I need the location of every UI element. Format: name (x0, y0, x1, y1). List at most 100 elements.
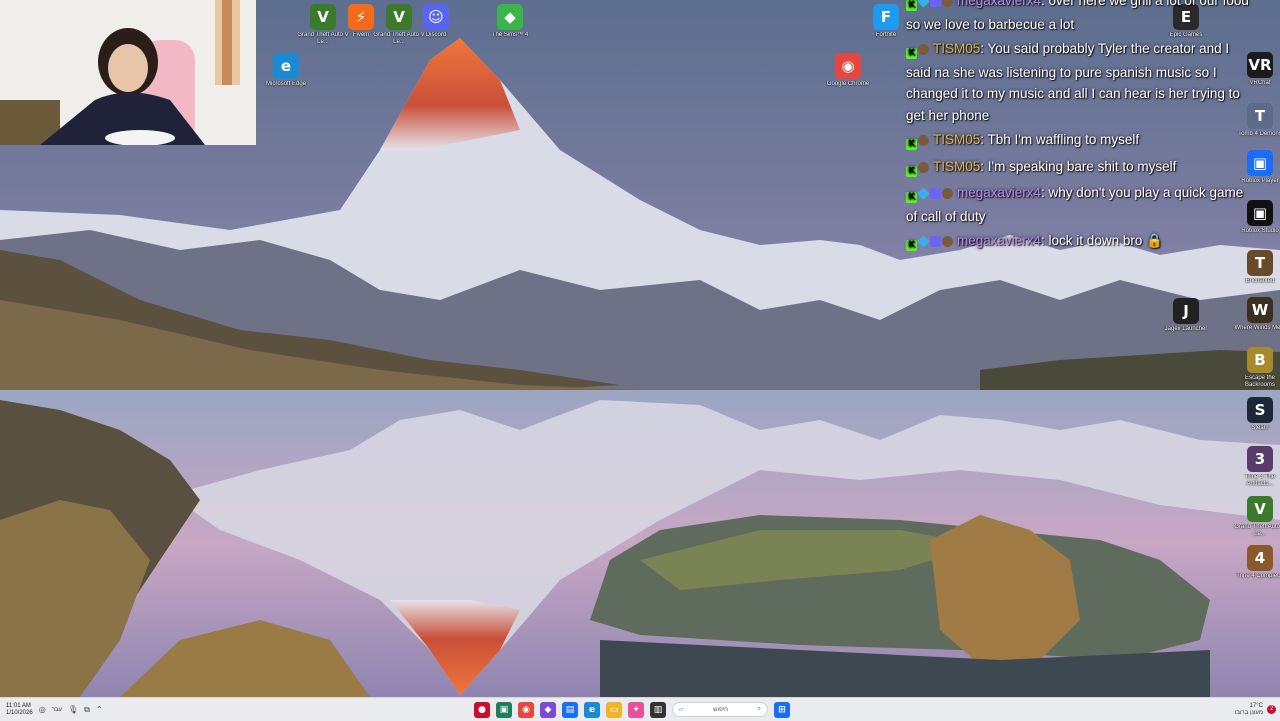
webcam-feed (0, 0, 256, 145)
desktop-shortcut[interactable]: ☺ Discord (408, 4, 464, 39)
desktop-shortcut[interactable]: 4 Trine 4 Complet... (1232, 545, 1280, 580)
discord-icon: ☺ (423, 4, 449, 30)
chat-message: Kmegaxavierx4: lock it down bro 🔒 (906, 230, 1256, 254)
desktop-shortcut-label: Jagex Launcher (1164, 326, 1208, 332)
lock-emoji-icon: 🔒 (1146, 233, 1163, 248)
gta-v-icon-3: V (1247, 496, 1273, 522)
desktop-shortcut-label: Grand Theft Auto V Le... (1234, 524, 1280, 537)
subscriber-badge-icon (942, 188, 953, 199)
chat-message: K TISM05: You said probably Tyler the cre… (906, 38, 1256, 126)
chat-text: : Tbh I'm waffling to myself (980, 132, 1140, 147)
edge-icon: e (273, 53, 299, 79)
steam-icon: S (1247, 397, 1273, 423)
chat-badges: K (906, 184, 954, 206)
kick-badge-icon: K (906, 192, 917, 203)
chat-username[interactable]: TISM05 (933, 159, 980, 174)
desktop-shortcut[interactable]: S Steam (1232, 397, 1280, 432)
desktop-shortcut[interactable]: ◉ Google Chrome (820, 53, 876, 88)
clock[interactable]: 11:01 AM 1/10/2026 (6, 703, 33, 717)
desktop-shortcut[interactable]: ◆ The Sims™ 4 (482, 4, 538, 39)
taskbar-app-4-icon[interactable]: ◆ (540, 701, 556, 718)
taskbar-apps: ● ▣ ◉ ◆ ▤ e ▭ ✦ ▥ ▱ חיפוש ⌕ ⊞ (474, 701, 790, 718)
taskbar-edge-icon[interactable]: e (584, 701, 600, 718)
kick-badge-icon: K (906, 165, 917, 177)
gem-badge-icon (917, 0, 930, 8)
subscriber-badge-icon (918, 161, 929, 173)
clock-date: 1/10/2026 (6, 709, 33, 716)
sims-icon: ◆ (497, 4, 523, 30)
chat-username[interactable]: megaxavierx4 (957, 0, 1041, 8)
bolt-badge-icon (930, 236, 941, 247)
network-icon[interactable]: ⧉ (84, 705, 90, 715)
language-indicator[interactable]: עבר (52, 707, 62, 713)
chat-username[interactable]: megaxavierx4 (957, 233, 1041, 248)
desktop-shortcut[interactable]: 3 Trine 3 The Artifacts... (1232, 446, 1280, 488)
trine-icon: 3 (1247, 446, 1273, 472)
windows-start-icon[interactable]: ⊞ (774, 701, 790, 718)
desktop-shortcut-label: Discord (425, 32, 447, 38)
chrome-icon: ◉ (835, 53, 861, 79)
desktop-shortcut[interactable]: e Microsoft Edge (258, 53, 314, 88)
chat-text: : lock it down bro (1041, 233, 1147, 248)
weather-text: מעונן ברובו (1234, 709, 1263, 716)
kick-badge-icon: K (906, 139, 917, 150)
escape-backrooms-icon: B (1247, 347, 1273, 373)
subscriber-badge-icon (942, 236, 953, 247)
chevron-up-icon[interactable]: ⌃ (96, 705, 103, 714)
chat-username[interactable]: megaxavierx4 (957, 185, 1041, 200)
taskbar-app-1-icon[interactable]: ● (474, 701, 490, 718)
desktop-shortcut-label: Microsoft Edge (265, 81, 307, 87)
desktop-shortcut-label: Trine 3 The Artifacts... (1244, 474, 1276, 487)
desktop-shortcut-label: Escape the Backrooms (1244, 375, 1276, 388)
desktop-shortcut-label: The Sims™ 4 (491, 32, 529, 38)
taskbar-app-9-icon[interactable]: ▥ (650, 701, 666, 718)
subscriber-badge-icon (918, 44, 929, 55)
subscriber-badge-icon (942, 0, 953, 7)
gem-badge-icon (917, 235, 930, 248)
chat-message: K TISM05: Tbh I'm waffling to myself (906, 129, 1256, 153)
desktop-shortcut[interactable]: W Where Winds Meet (1232, 297, 1280, 332)
clock-time: 11:01 AM (6, 702, 31, 709)
chat-username[interactable]: TISM05 (933, 41, 980, 56)
desktop-shortcut[interactable]: B Escape the Backrooms (1232, 347, 1280, 389)
location-icon[interactable]: ◎ (39, 705, 46, 714)
desktop-shortcut[interactable]: V Grand Theft Auto V Le... (1232, 496, 1280, 538)
search-thumbnail-icon: ▱ (679, 707, 684, 713)
desktop-shortcut-label: Where Winds Meet (1234, 325, 1280, 331)
kick-badge-icon: K (906, 240, 917, 251)
desktop-shortcut-label: Enchanted (1245, 278, 1275, 284)
desktop-shortcut-label: Steam (1251, 425, 1269, 431)
taskbar-app-5-icon[interactable]: ▤ (562, 701, 578, 718)
chat-badges: K (906, 232, 954, 254)
kick-badge-icon: K (906, 48, 917, 59)
taskbar-explorer-icon[interactable]: ▭ (606, 701, 622, 718)
kick-badge-icon: K (906, 0, 917, 11)
subscriber-badge-icon (918, 135, 929, 146)
chat-badges: K (906, 40, 930, 62)
taskbar-search[interactable]: ▱ חיפוש ⌕ (672, 702, 768, 717)
taskbar-app-2-icon[interactable]: ▣ (496, 701, 512, 718)
fortnite-icon: F (873, 4, 899, 30)
chat-message: K TISM05: I'm speaking bare shit to mysel… (906, 156, 1256, 180)
microphone-icon[interactable]: 🎙 (68, 705, 78, 714)
desktop-shortcut-label: Google Chrome (826, 81, 870, 87)
taskbar: 11:01 AM 1/10/2026 ◎ עבר 🎙 ⧉ ⌃ ● ▣ ◉ ◆ ▤ e ▭ ✦ ▥… (0, 697, 1280, 721)
notification-badge[interactable]: 2 (1267, 705, 1276, 714)
bolt-badge-icon (930, 0, 941, 7)
desktop-shortcut-label: Trine 4 Complet... (1236, 573, 1280, 579)
chat-username[interactable]: TISM05 (933, 132, 980, 147)
chat-message: Kmegaxavierx4: over here we grill a lot … (906, 0, 1256, 35)
chat-badges: K (906, 158, 930, 180)
search-placeholder: חיפוש (713, 706, 729, 713)
chat-badges: K (906, 131, 930, 153)
chat-text: : I'm speaking bare shit to myself (980, 158, 1177, 174)
search-icon: ⌕ (757, 706, 761, 712)
jagex-icon: J (1173, 298, 1199, 324)
taskbar-chrome-icon[interactable]: ◉ (518, 701, 534, 718)
taskbar-app-8-icon[interactable]: ✦ (628, 701, 644, 718)
gem-badge-icon (917, 187, 930, 200)
where-winds-meet-icon: W (1247, 297, 1273, 323)
chat-badges: K (906, 0, 954, 14)
desktop-shortcut[interactable]: J Jagex Launcher (1158, 298, 1214, 333)
weather-widget[interactable]: 17°C מעונן ברובו 2 (1235, 701, 1276, 718)
